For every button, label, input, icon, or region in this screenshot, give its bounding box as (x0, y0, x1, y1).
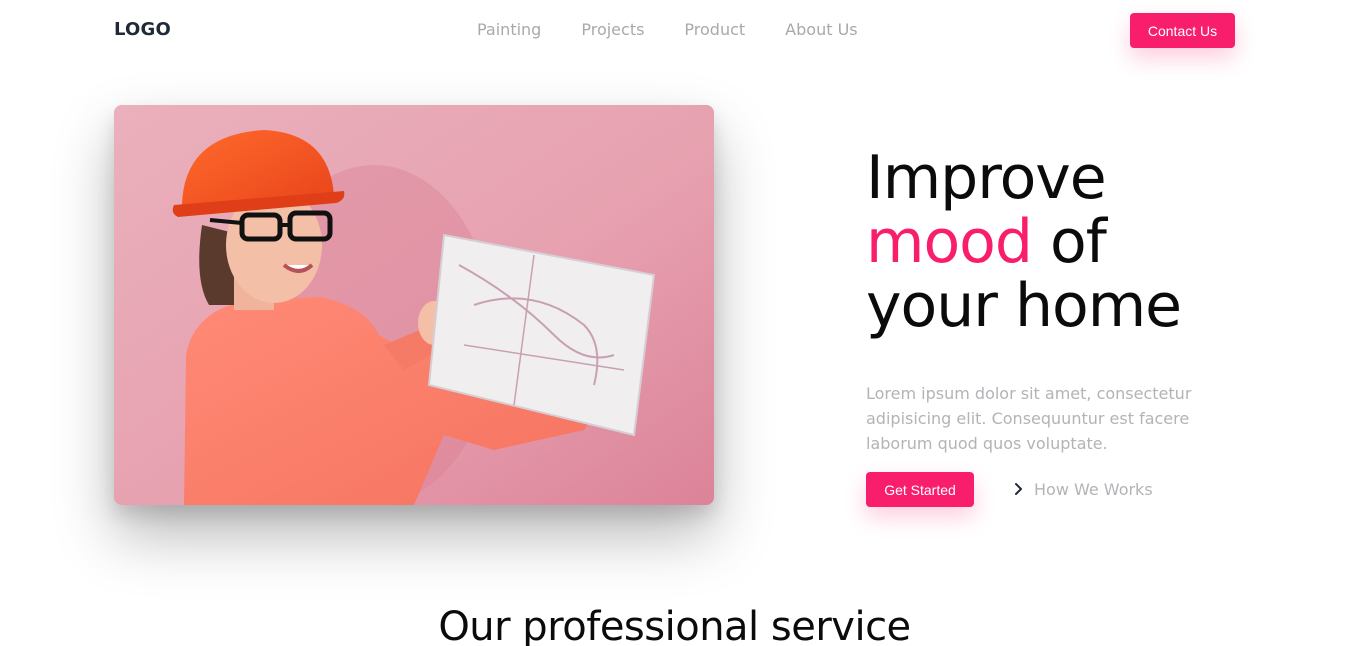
headline-line2-rest: of (1031, 207, 1107, 277)
nav-item-projects[interactable]: Projects (581, 20, 644, 39)
chevron-right-icon (1015, 483, 1022, 495)
hero-headline: Improve mood of your home (866, 146, 1266, 338)
how-we-works-link[interactable]: How We Works (1012, 479, 1153, 499)
contact-us-button[interactable]: Contact Us (1130, 13, 1235, 48)
nav-item-about-us[interactable]: About Us (785, 20, 857, 39)
headline-accent: mood (866, 207, 1033, 277)
logo[interactable]: LOGO (114, 19, 171, 40)
main-nav: Painting Projects Product About Us (477, 20, 898, 39)
services-title: Our professional service (438, 604, 911, 646)
get-started-button[interactable]: Get Started (866, 472, 974, 507)
how-we-works-label: How We Works (1034, 479, 1153, 499)
hero-illustration (114, 105, 714, 505)
nav-item-product[interactable]: Product (684, 20, 745, 39)
headline-line3: your home (866, 271, 1182, 341)
hero-description: Lorem ipsum dolor sit amet, consectetur … (866, 384, 1192, 453)
hero-image (114, 105, 714, 505)
headline-line1: Improve (866, 143, 1107, 213)
site-header: LOGO Painting Projects Product About Us … (0, 0, 1349, 60)
nav-item-painting[interactable]: Painting (477, 20, 541, 39)
